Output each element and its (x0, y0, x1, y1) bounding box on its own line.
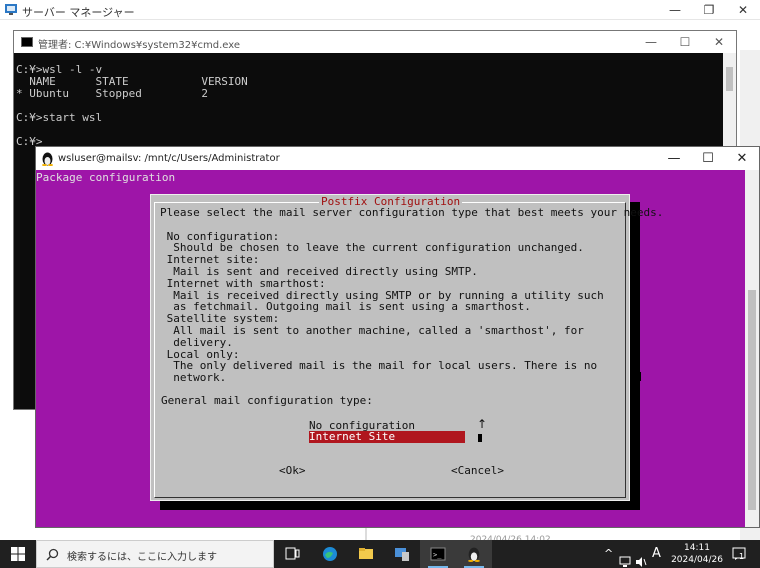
close-button[interactable]: ✕ (726, 0, 760, 20)
minimize-button[interactable]: — (658, 0, 692, 20)
cmd-output: C:¥>wsl -l -v NAME STATE VERSION * Ubunt… (16, 64, 248, 148)
edge-button[interactable] (312, 540, 348, 568)
clock[interactable]: 14:11 2024/04/26 (662, 542, 732, 566)
notification-button[interactable]: 1 (730, 546, 748, 562)
start-button[interactable] (0, 540, 36, 568)
cmd-window-controls: — ☐ ✕ (634, 31, 736, 51)
scrollbar-thumb[interactable] (748, 290, 756, 510)
package-configuration-header: Package configuration (36, 171, 176, 184)
server-manager-taskbar-button[interactable] (384, 540, 420, 568)
command-prompt-icon: >_ (430, 547, 446, 561)
close-button[interactable]: ✕ (702, 31, 736, 51)
minimize-button[interactable]: — (634, 31, 668, 51)
wsl-scrollbar[interactable] (745, 170, 759, 527)
dialog-description: Please select the mail server configurat… (160, 206, 664, 385)
network-icon[interactable] (619, 548, 632, 568)
config-type-prompt: General mail configuration type: (161, 394, 373, 407)
windows-logo-icon (11, 547, 25, 561)
linux-tux-icon (42, 152, 53, 166)
server-manager-window-controls: — ❐ ✕ (658, 0, 760, 20)
close-button[interactable]: ✕ (725, 147, 759, 167)
scroll-up-arrow-icon: ↑ (477, 417, 488, 431)
text-cursor (478, 434, 482, 442)
option-internet-site[interactable]: Internet Site (309, 431, 465, 443)
clock-date: 2024/04/26 (671, 555, 723, 565)
cmd-line: * Ubuntu Stopped 2 (16, 87, 209, 100)
taskbar: 検索するには、ここに入力します >_ ^ A 14:11 2024/04/26 … (0, 540, 760, 568)
edge-icon (323, 547, 337, 561)
ubuntu-taskbar-button[interactable] (456, 540, 492, 568)
minimize-button[interactable]: — (657, 147, 691, 167)
wsl-window[interactable]: wsluser@mailsv: /mnt/c/Users/Administrat… (35, 146, 760, 528)
cmd-icon (21, 37, 33, 47)
wsl-title: wsluser@mailsv: /mnt/c/Users/Administrat… (58, 153, 280, 164)
scrollbar-thumb[interactable] (726, 67, 733, 91)
cmd-title: 管理者: C:¥Windows¥system32¥cmd.exe (38, 40, 241, 51)
cmd-taskbar-button[interactable]: >_ (420, 540, 456, 568)
restore-button[interactable]: ❐ (692, 0, 726, 20)
cmd-titlebar[interactable]: 管理者: C:¥Windows¥system32¥cmd.exe — ☐ ✕ (14, 31, 736, 53)
wsl-window-controls: — ☐ ✕ (657, 147, 759, 167)
cmd-line: C:¥>start wsl (16, 111, 103, 124)
ok-button[interactable]: <Ok> (279, 465, 306, 477)
volume-icon[interactable] (635, 548, 647, 568)
linux-tux-icon (468, 547, 480, 562)
search-icon (46, 548, 59, 561)
folder-icon (359, 548, 373, 559)
taskbar-search[interactable]: 検索するには、ここに入力します (36, 540, 274, 568)
server-manager-icon (395, 548, 409, 561)
maximize-button[interactable]: ☐ (668, 31, 702, 51)
ime-indicator[interactable]: A (652, 546, 661, 568)
server-manager-titlebar: サーバー マネージャー — ❐ ✕ (0, 0, 760, 20)
tray-chevron-icon[interactable]: ^ (604, 547, 613, 568)
notification-count: 1 (739, 552, 745, 561)
task-view-button[interactable] (275, 540, 311, 568)
terminal-cursor-block (634, 372, 641, 381)
server-manager-title: サーバー マネージャー (22, 6, 135, 19)
maximize-button[interactable]: ☐ (691, 147, 725, 167)
clock-time: 14:11 (684, 543, 710, 553)
search-placeholder: 検索するには、ここに入力します (67, 552, 217, 563)
task-view-icon (285, 547, 300, 560)
wsl-titlebar[interactable]: wsluser@mailsv: /mnt/c/Users/Administrat… (36, 147, 759, 170)
server-manager-icon (5, 4, 17, 15)
file-explorer-button[interactable] (348, 540, 384, 568)
cancel-button[interactable]: <Cancel> (451, 465, 504, 477)
postfix-config-dialog: Postfix Configuration Please select the … (150, 194, 663, 501)
svg-text:>_: >_ (433, 551, 442, 559)
